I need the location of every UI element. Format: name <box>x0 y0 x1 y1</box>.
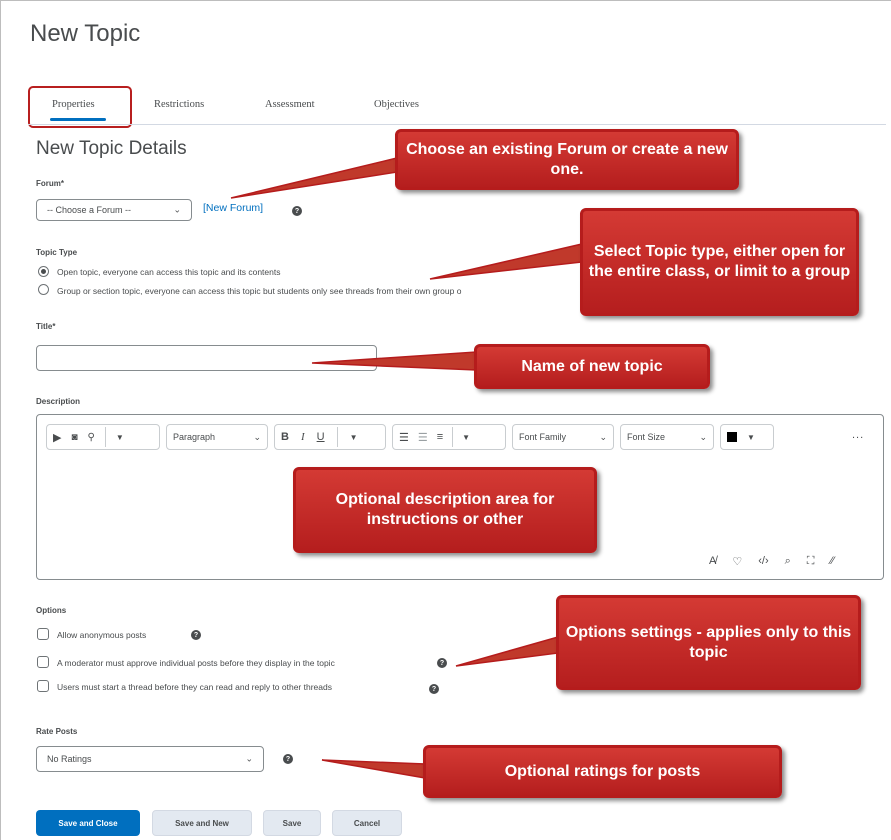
chevron-down-icon: ⌄ <box>699 431 707 442</box>
tab-restrictions[interactable]: Restrictions <box>154 99 204 110</box>
topic-type-label: Topic Type <box>36 248 78 257</box>
toolbar-divider <box>336 427 338 447</box>
chevron-down-icon: ⌄ <box>599 431 607 442</box>
title-label: Title* <box>36 322 55 331</box>
rate-posts-label: Rate Posts <box>36 727 78 736</box>
radio-open-topic-label: Open topic, everyone can access this top… <box>57 267 281 277</box>
editor-status-icons: A̸ ♡ ‹/› ⌕ ⛶ ⁄⁄ <box>709 555 834 568</box>
checkbox-moderator-label: A moderator must approve individual post… <box>57 658 335 668</box>
font-family-label: Font Family <box>519 432 567 442</box>
radio-group-topic[interactable] <box>38 284 49 295</box>
more-options-icon[interactable]: ... <box>852 429 864 441</box>
bold-button[interactable]: B <box>281 431 289 443</box>
caret-down-icon: ▼ <box>747 432 755 442</box>
camera-icon[interactable]: ◙ <box>71 432 77 443</box>
callout-title: Name of new topic <box>474 344 710 389</box>
font-size-select[interactable]: Font Size ⌄ <box>620 424 714 450</box>
radio-open-topic[interactable] <box>38 266 49 277</box>
save-and-close-button[interactable]: Save and Close <box>36 810 140 836</box>
paragraph-select[interactable]: Paragraph ⌄ <box>166 424 268 450</box>
underline-button[interactable]: U <box>317 431 325 443</box>
resize-handle-icon[interactable]: ⁄⁄ <box>830 555 834 568</box>
forum-label-text: Forum <box>36 179 61 188</box>
checkbox-moderator[interactable] <box>37 656 49 668</box>
page-title: New Topic <box>30 20 141 47</box>
title-input[interactable] <box>36 345 377 371</box>
chevron-down-icon: ⌄ <box>253 431 261 442</box>
title-label-text: Title <box>36 322 53 331</box>
chevron-down-icon: ⌄ <box>245 753 253 764</box>
insert-group: ▶ ◙ ⚲ ▼ <box>46 424 160 450</box>
checkbox-start-thread-label: Users must start a thread before they ca… <box>57 682 332 692</box>
caret-down-icon[interactable]: ▼ <box>116 433 124 442</box>
toolbar-divider <box>452 427 454 447</box>
callout-options: Options settings - applies only to this … <box>556 595 861 690</box>
new-forum-link[interactable]: [New Forum] <box>203 202 263 214</box>
caret-down-icon[interactable]: ▼ <box>350 433 358 442</box>
save-and-new-button[interactable]: Save and New <box>152 810 252 836</box>
callout-topic-type: Select Topic type, either open for the e… <box>580 208 859 316</box>
required-mark: * <box>60 179 65 188</box>
color-swatch <box>727 432 737 442</box>
section-title: New Topic Details <box>36 138 187 159</box>
toolbar-divider <box>104 427 106 447</box>
paragraph-label: Paragraph <box>173 432 216 442</box>
forum-select[interactable]: -- Choose a Forum -- ⌄ <box>36 199 192 221</box>
checkbox-start-thread[interactable] <box>37 680 49 692</box>
callout-ratings: Optional ratings for posts <box>423 745 782 798</box>
font-family-select[interactable]: Font Family ⌄ <box>512 424 614 450</box>
align-center-icon[interactable]: ☰ <box>418 431 428 444</box>
accessibility-check-icon[interactable]: ♡ <box>732 555 742 568</box>
preview-icon[interactable]: ⌕ <box>785 555 791 568</box>
help-icon[interactable]: ? <box>437 658 447 668</box>
color-picker[interactable]: ▼ <box>720 424 774 450</box>
help-icon[interactable]: ? <box>292 206 302 216</box>
tab-assessment[interactable]: Assessment <box>265 99 315 110</box>
format-group: B I U ▼ <box>274 424 386 450</box>
help-icon[interactable]: ? <box>283 754 293 764</box>
help-icon[interactable]: ? <box>191 630 201 640</box>
chevron-down-icon: ⌄ <box>173 204 181 215</box>
align-group: ☰ ☰ ≡ ▼ <box>392 424 506 450</box>
save-button[interactable]: Save <box>263 810 321 836</box>
help-icon[interactable]: ? <box>429 684 439 694</box>
tabs-divider <box>28 124 886 125</box>
tab-objectives[interactable]: Objectives <box>374 99 419 110</box>
video-icon[interactable]: ▶ <box>53 431 61 444</box>
checkbox-anonymous[interactable] <box>37 628 49 640</box>
description-label: Description <box>36 397 81 406</box>
align-left-icon[interactable]: ☰ <box>399 431 409 444</box>
caret-down-icon[interactable]: ▼ <box>462 433 470 442</box>
rate-posts-select[interactable]: No Ratings ⌄ <box>36 746 264 772</box>
spellcheck-icon[interactable]: A̸ <box>709 555 716 568</box>
tab-active-indicator <box>50 118 106 121</box>
font-size-label: Font Size <box>627 432 666 442</box>
callout-forum: Choose an existing Forum or create a new… <box>395 129 739 190</box>
options-label: Options <box>36 606 67 615</box>
rate-posts-value: No Ratings <box>47 754 92 764</box>
tab-properties[interactable]: Properties <box>52 99 95 110</box>
forum-select-value: -- Choose a Forum -- <box>47 205 132 215</box>
link-icon[interactable]: ⚲ <box>88 432 95 443</box>
checkbox-anonymous-label: Allow anonymous posts <box>57 630 147 640</box>
list-icon[interactable]: ≡ <box>437 431 443 443</box>
forum-label: Forum* <box>36 179 64 188</box>
source-code-icon[interactable]: ‹/› <box>758 555 768 568</box>
italic-button[interactable]: I <box>301 431 305 443</box>
radio-group-topic-label: Group or section topic, everyone can acc… <box>57 286 462 296</box>
required-mark: * <box>52 322 56 331</box>
fullscreen-icon[interactable]: ⛶ <box>807 555 815 568</box>
cancel-button[interactable]: Cancel <box>332 810 402 836</box>
callout-description: Optional description area for instructio… <box>293 467 597 553</box>
